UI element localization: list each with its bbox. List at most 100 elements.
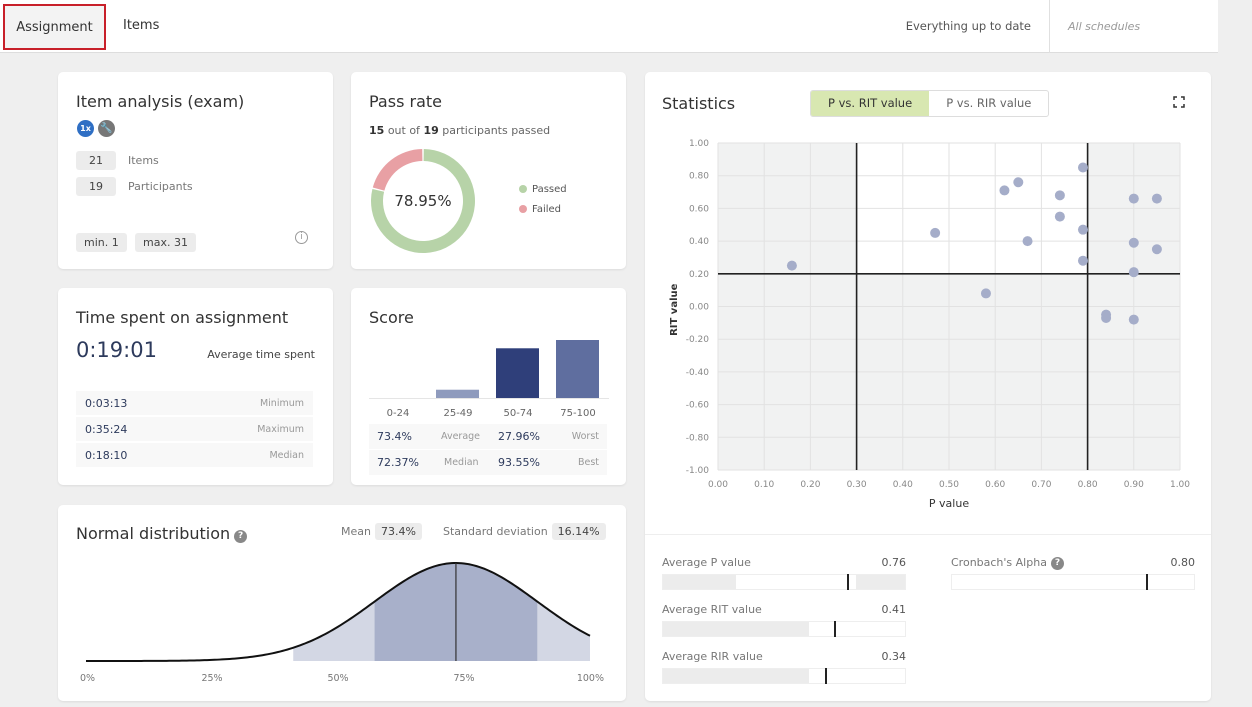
item-point[interactable] <box>1077 162 1088 173</box>
help-icon[interactable]: ? <box>234 530 248 543</box>
attempts-badge: 1x <box>77 120 94 137</box>
x-tick-label: 100% <box>577 673 604 684</box>
score-row: 72.37% Median 93.55% Best <box>369 450 607 475</box>
average-time-label: Average time spent <box>207 348 315 361</box>
x-tick-label: 0.90 <box>1124 480 1144 490</box>
legend-failed: Failed <box>519 204 561 215</box>
help-icon[interactable]: ? <box>1050 557 1064 570</box>
card-title: Score <box>369 308 414 327</box>
metric-marker <box>1145 574 1148 590</box>
item-point[interactable] <box>980 288 991 299</box>
metric-label: Cronbach's Alpha? <box>951 556 1064 570</box>
item-point[interactable] <box>930 227 941 238</box>
score-value: 27.96% <box>498 430 540 443</box>
pass-rate-donut: 78.95% <box>371 149 475 253</box>
min-attempts: min. 1 <box>76 233 127 252</box>
item-point[interactable] <box>1151 193 1162 204</box>
tab-items[interactable]: Items <box>111 4 171 50</box>
metric-value: 0.76 <box>881 556 907 569</box>
time-value: 0:35:24 <box>85 423 128 436</box>
max-attempts: max. 31 <box>135 233 196 252</box>
participants-label: Participants <box>128 180 193 193</box>
item-point[interactable] <box>1077 224 1088 235</box>
time-row: 0:18:10 Median <box>76 443 313 468</box>
x-tick-label: 0.50 <box>939 480 959 490</box>
statistics-card: Statistics P vs. RIT value P vs. RIR val… <box>645 72 1211 701</box>
x-tick-label: 0.30 <box>847 480 867 490</box>
metric-marker <box>825 668 828 684</box>
toggle-p-vs-rir[interactable]: P vs. RIR value <box>929 91 1048 116</box>
tab-assignment[interactable]: Assignment <box>3 4 106 50</box>
metric-label: Average RIT value <box>662 603 762 616</box>
item-point[interactable] <box>1128 237 1139 248</box>
legend-dot-passed <box>519 185 527 193</box>
x-tick-label: 75% <box>453 673 474 684</box>
time-value: 0:18:10 <box>85 449 128 462</box>
card-title-text: Normal distribution <box>76 524 231 543</box>
score-bar[interactable] <box>556 340 599 398</box>
legend-label: Failed <box>532 204 562 215</box>
score-bar[interactable] <box>496 348 539 398</box>
item-point[interactable] <box>786 260 797 271</box>
item-point[interactable] <box>1022 236 1033 247</box>
metric-label: Average RIR value <box>662 650 763 663</box>
item-point[interactable] <box>999 185 1010 196</box>
chart-toggle: P vs. RIT value P vs. RIR value <box>810 90 1050 117</box>
item-point[interactable] <box>1013 177 1024 188</box>
cronbach-label: Cronbach's Alpha <box>951 556 1047 569</box>
info-icon[interactable]: i <box>295 231 308 244</box>
y-tick-label: -0.40 <box>686 368 710 378</box>
item-point[interactable] <box>1128 267 1139 278</box>
time-value: 0:03:13 <box>85 397 128 410</box>
bar-fill-low <box>663 575 736 589</box>
expand-icon[interactable] <box>1173 96 1185 108</box>
metric-value: 0.41 <box>881 603 907 616</box>
sd-stat: Standard deviation 16.14% <box>443 523 606 540</box>
score-bar[interactable] <box>436 389 479 398</box>
legend-passed: Passed <box>519 184 567 195</box>
metric-marker <box>846 574 849 590</box>
score-label: Average <box>441 431 481 442</box>
item-point[interactable] <box>1101 312 1112 323</box>
card-title: Item analysis (exam) <box>76 92 245 111</box>
score-value: 93.55% <box>498 456 540 469</box>
p-vs-rit-scatter: 0.00 0.10 0.20 0.30 0.40 0.50 0.60 0.70 0.80 0.90… <box>669 139 1190 510</box>
legend-label: Passed <box>532 184 567 195</box>
score-bin-label: 75-100 <box>560 408 595 419</box>
metric-bar <box>662 621 906 637</box>
y-tick-label: 0.20 <box>689 270 709 280</box>
item-point[interactable] <box>1054 211 1065 222</box>
x-tick-label: 0.10 <box>754 480 774 490</box>
y-tick-label: 1.00 <box>689 139 709 149</box>
x-tick-label: 25% <box>201 673 222 684</box>
metric-bar <box>662 574 906 590</box>
score-label: Worst <box>571 431 599 442</box>
time-label: Minimum <box>259 398 304 409</box>
divider <box>1049 0 1050 53</box>
x-tick-label: 0.80 <box>1078 480 1098 490</box>
sync-status: Everything up to date <box>905 19 1031 33</box>
item-point[interactable] <box>1151 244 1162 255</box>
y-tick-label: -0.80 <box>686 433 710 443</box>
item-point[interactable] <box>1128 314 1139 325</box>
items-label: Items <box>128 154 159 167</box>
x-tick-label: 0.20 <box>800 480 820 490</box>
y-tick-label: 0.00 <box>689 303 709 313</box>
y-tick-label: -0.60 <box>686 401 710 411</box>
bar-fill <box>663 622 809 636</box>
time-label: Maximum <box>257 424 304 435</box>
x-tick-label: 0.00 <box>708 480 728 490</box>
sd-value: 16.14% <box>551 523 606 540</box>
item-point[interactable] <box>1054 190 1065 201</box>
toggle-p-vs-rit[interactable]: P vs. RIT value <box>811 91 930 116</box>
y-tick-label: -1.00 <box>686 466 710 476</box>
participants-stat: 19 Participants <box>76 177 193 196</box>
normal-distribution-chart: 0% 25% 50% 75% 100% <box>80 562 604 684</box>
item-point[interactable] <box>1128 193 1139 204</box>
score-row: 73.4% Average 27.96% Worst <box>369 424 607 449</box>
score-label: Median <box>444 457 479 468</box>
donut-slice-failed[interactable] <box>372 149 423 191</box>
item-point[interactable] <box>1077 255 1088 266</box>
schedules-link[interactable]: All schedules <box>1068 0 1140 53</box>
time-label: Median <box>269 450 304 461</box>
